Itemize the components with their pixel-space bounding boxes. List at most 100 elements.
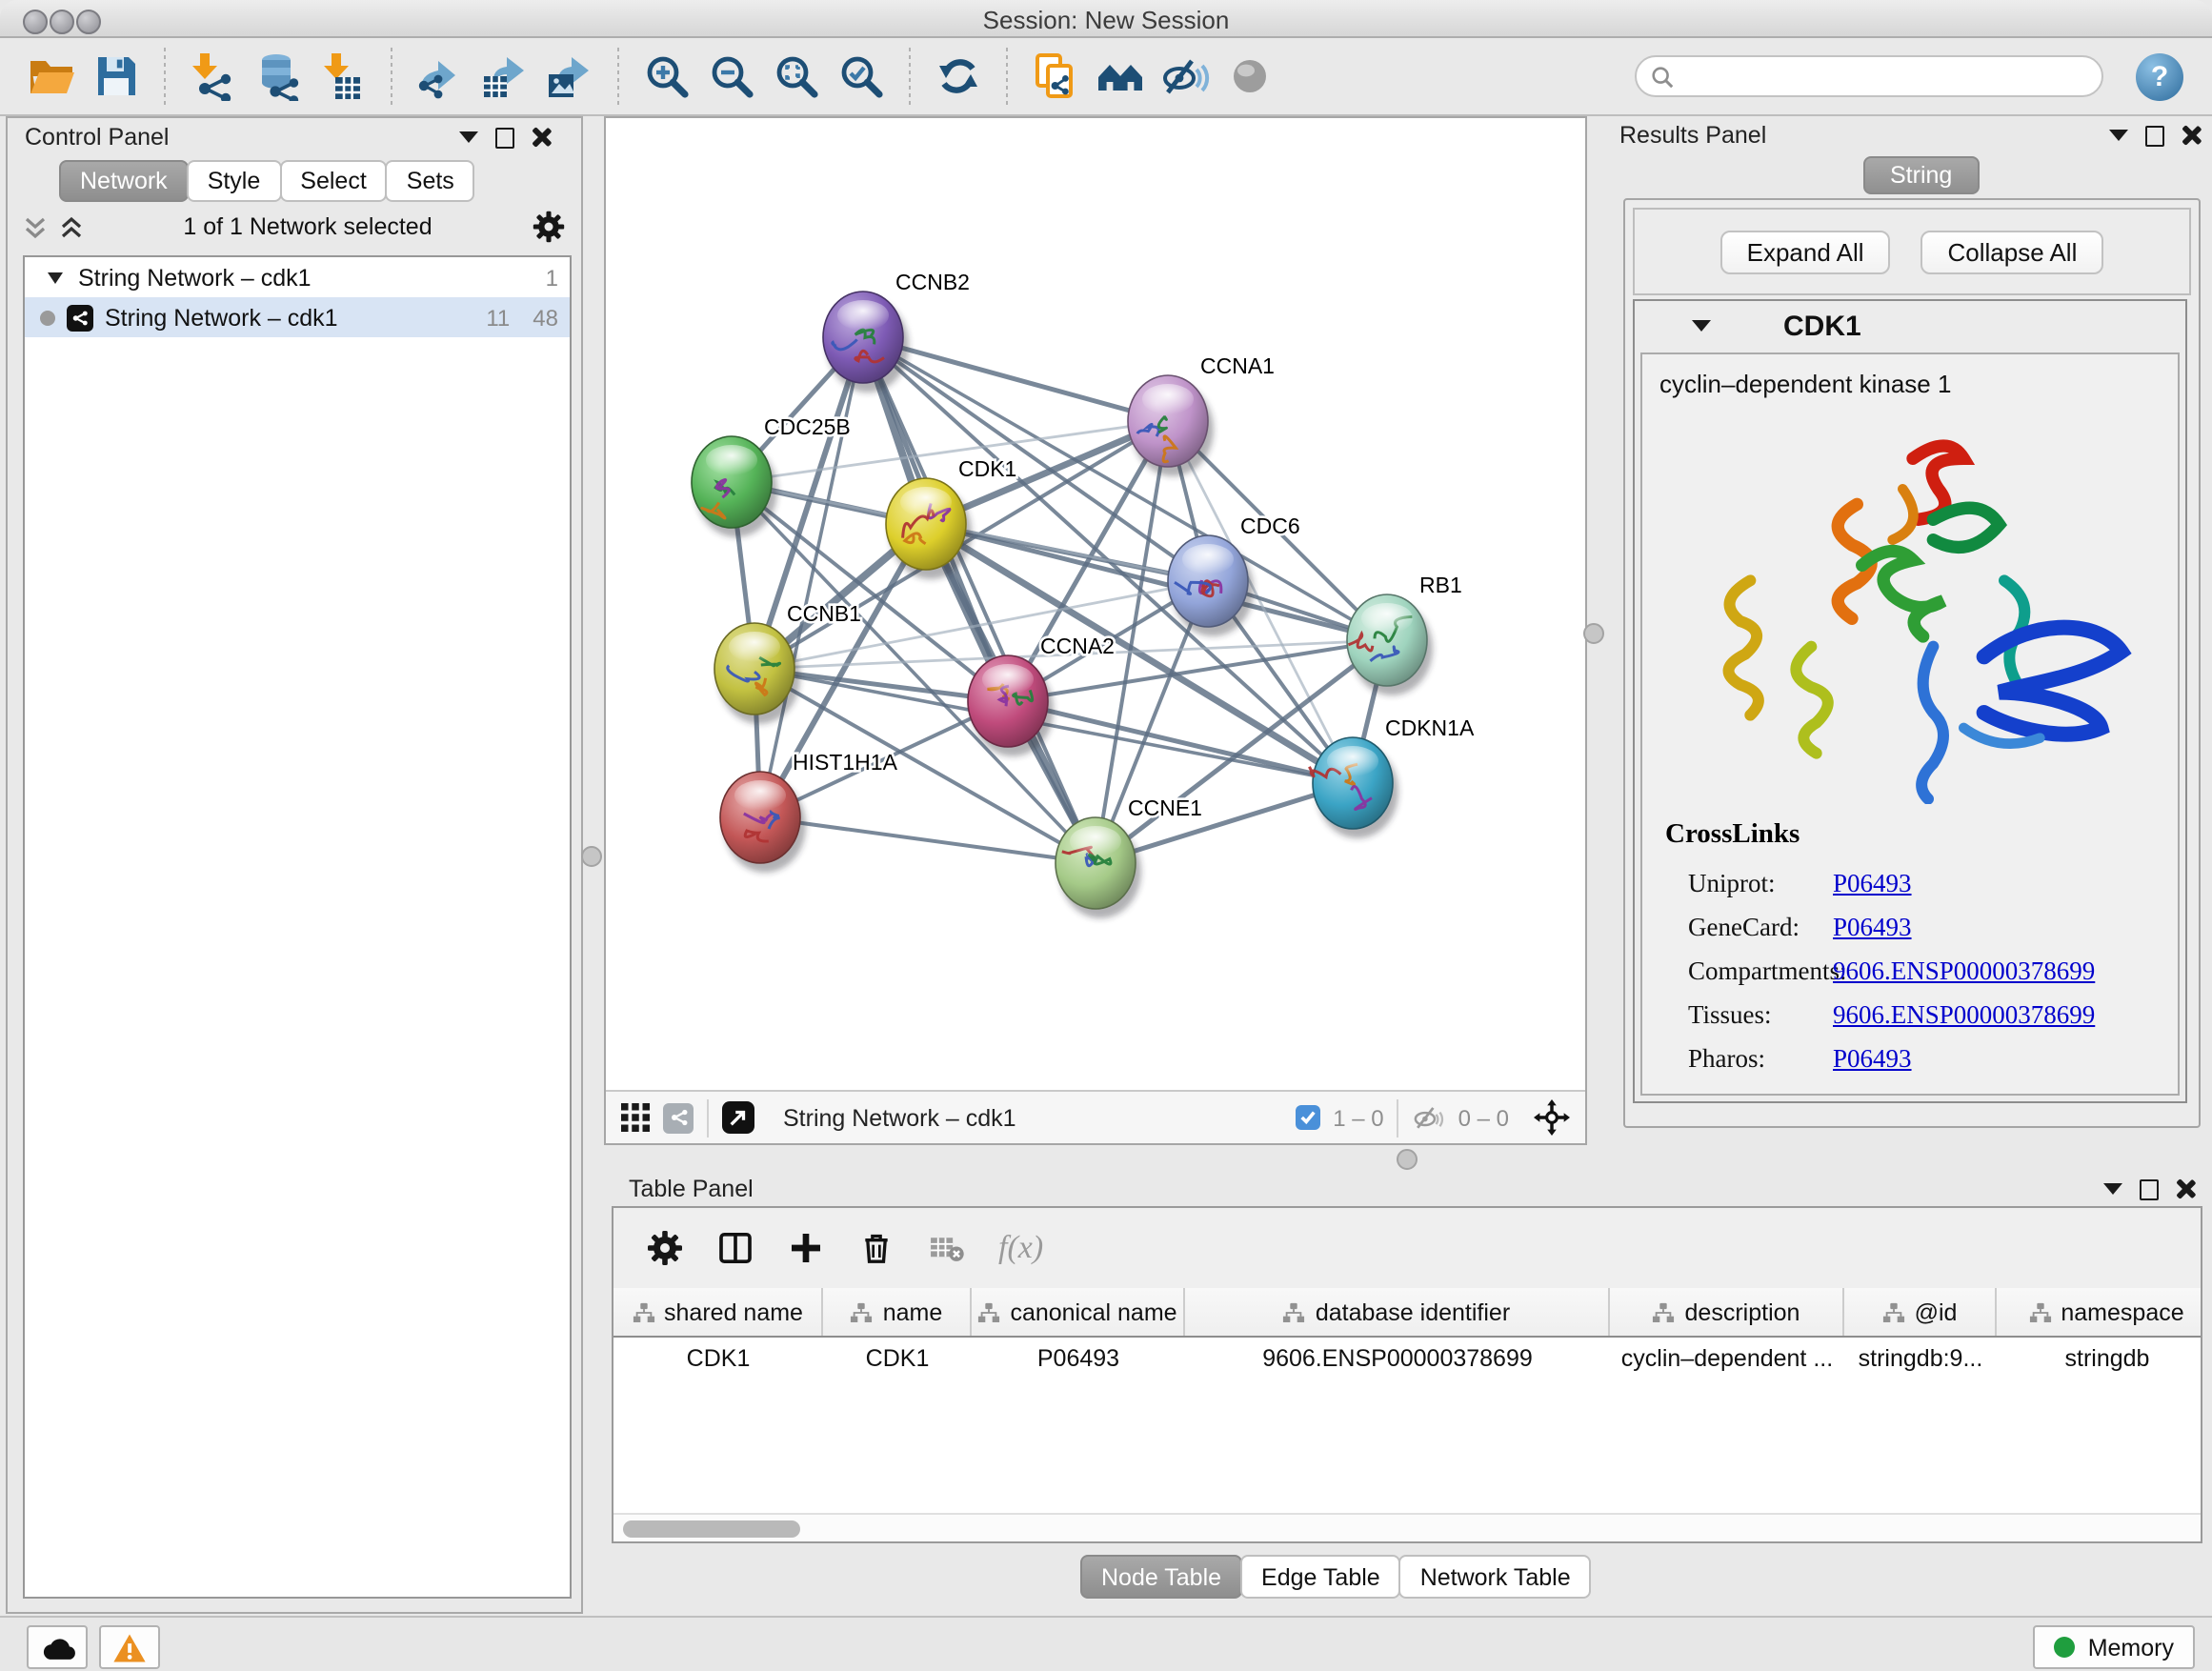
table-cell[interactable]: P06493 [972,1338,1185,1378]
column-type-icon [1283,1300,1306,1323]
column-header-canonical-name[interactable]: canonical name [972,1288,1185,1336]
tab-select[interactable]: Select [279,160,388,202]
hide-panels-button[interactable] [1156,46,1214,107]
collapse-tree-icon[interactable] [48,272,63,283]
column-type-icon [851,1300,874,1323]
zoom-in-button[interactable] [638,46,695,107]
columns-icon[interactable] [716,1229,754,1267]
network-node-RB1[interactable] [1347,594,1433,695]
apply-layout-button[interactable] [930,46,987,107]
column-header-namespace[interactable]: namespace [1997,1288,2201,1336]
network-row-selected[interactable]: String Network – cdk1 11 48 [25,297,570,337]
open-in-window-button[interactable] [722,1101,754,1134]
network-edge[interactable] [760,337,863,817]
save-session-button[interactable] [88,46,145,107]
crosslink-value-link[interactable]: 9606.ENSP00000378699 [1833,956,2095,986]
gear-icon[interactable] [532,210,566,244]
status-bar: Memory [0,1616,2212,1671]
memory-button[interactable]: Memory [2033,1625,2195,1669]
warnings-button[interactable] [99,1625,160,1669]
table-cell[interactable]: stringdb:9... [1844,1338,1997,1378]
network-node-CCNA1[interactable] [1128,375,1214,476]
import-network-file-button[interactable] [185,46,242,107]
zoom-out-button[interactable] [703,46,760,107]
cdk1-section-header[interactable]: CDK1 [1635,301,2185,351]
float-panel-icon[interactable] [2145,125,2164,146]
import-table-button[interactable] [314,46,372,107]
clone-network-button[interactable] [1027,46,1084,107]
selected-nodes-checkbox[interactable] [1295,1105,1319,1130]
gear-icon[interactable] [646,1229,684,1267]
expand-all-networks-icon[interactable] [59,214,84,239]
close-panel-icon[interactable] [2176,1179,2195,1198]
grid-view-icon[interactable] [621,1103,650,1132]
collapse-all-button[interactable]: Collapse All [1921,230,2104,273]
network-node-CCNE1[interactable] [1056,817,1141,918]
float-panel-icon[interactable] [495,127,514,148]
bottom-splitter-handle[interactable] [1397,1149,1418,1170]
column-header-description[interactable]: description [1610,1288,1844,1336]
network-node-CDC25B[interactable] [692,436,777,537]
horizontal-scrollbar[interactable] [613,1513,2201,1541]
left-splitter-handle[interactable] [581,846,602,867]
add-column-icon[interactable] [787,1229,825,1267]
scrollbar-thumb[interactable] [623,1520,800,1537]
tab-string[interactable]: String [1863,156,1979,194]
search-input[interactable] [1682,59,2101,93]
column-header-database-identifier[interactable]: database identifier [1185,1288,1610,1336]
crosslink-value-link[interactable]: P06493 [1833,912,1912,942]
crosslink-value-link[interactable]: 9606.ENSP00000378699 [1833,999,2095,1030]
table-cell[interactable]: stringdb [1997,1338,2201,1378]
network-node-CDC6[interactable] [1168,535,1254,636]
birds-eye-navigator-icon[interactable] [1534,1099,1570,1136]
export-image-button[interactable] [541,46,598,107]
panel-menu-icon[interactable] [2109,130,2128,141]
network-node-CCNB2[interactable] [823,292,909,393]
panel-menu-icon[interactable] [2103,1183,2122,1195]
panel-menu-icon[interactable] [459,131,478,143]
table-cell[interactable]: CDK1 [613,1338,823,1378]
zoom-selected-button[interactable] [833,46,890,107]
float-panel-icon[interactable] [2140,1178,2159,1199]
tab-sets[interactable]: Sets [386,160,475,202]
open-session-button[interactable] [23,46,80,107]
collapse-section-icon[interactable] [1692,320,1711,332]
network-node-HIST1H1A[interactable] [720,772,806,873]
column-header-name[interactable]: name [823,1288,972,1336]
tab-network[interactable]: Network [59,160,189,202]
network-edge[interactable] [760,817,1096,863]
collapse-all-networks-icon[interactable] [23,214,48,239]
right-splitter-handle[interactable] [1583,623,1604,644]
tab-style[interactable]: Style [187,160,282,202]
home-button[interactable] [1092,46,1149,107]
network-canvas[interactable]: CCNB2CCNA1CDC25BCDK1CDC6RB1CCNB1CCNA2CDK… [606,118,1585,1090]
table-row[interactable]: CDK1CDK1P064939606.ENSP00000378699cyclin… [613,1338,2201,1378]
export-table-button[interactable] [476,46,533,107]
crosslink-value-link[interactable]: P06493 [1833,868,1912,898]
export-network-button[interactable] [412,46,469,107]
tab-edge-table[interactable]: Edge Table [1240,1555,1401,1599]
help-button[interactable]: ? [2136,53,2183,101]
table-cell[interactable]: CDK1 [823,1338,972,1378]
tab-node-table[interactable]: Node Table [1080,1555,1242,1599]
network-collection-row[interactable]: String Network – cdk1 1 [25,257,570,297]
column-header-@id[interactable]: @id [1844,1288,1997,1336]
inactive-eye-button[interactable] [1221,46,1278,107]
network-node-CDKN1A[interactable] [1309,737,1398,838]
zoom-fit-button[interactable] [768,46,825,107]
delete-column-icon[interactable] [857,1229,895,1267]
close-panel-icon[interactable] [532,128,551,147]
table-cell[interactable]: 9606.ENSP00000378699 [1185,1338,1610,1378]
network-node-CDK1[interactable] [886,478,972,579]
import-network-database-button[interactable] [250,46,307,107]
network-edge[interactable] [863,337,1096,863]
close-panel-icon[interactable] [2182,126,2201,145]
cloud-button[interactable] [27,1625,88,1669]
string-view-icon[interactable] [663,1102,694,1133]
crosslink-value-link[interactable]: P06493 [1833,1043,1912,1074]
crosslink-label: Pharos: [1688,1043,1833,1074]
tab-network-table[interactable]: Network Table [1399,1555,1592,1599]
column-header-shared-name[interactable]: shared name [613,1288,823,1336]
table-cell[interactable]: cyclin–dependent ... [1610,1338,1844,1378]
expand-all-button[interactable]: Expand All [1720,230,1891,273]
